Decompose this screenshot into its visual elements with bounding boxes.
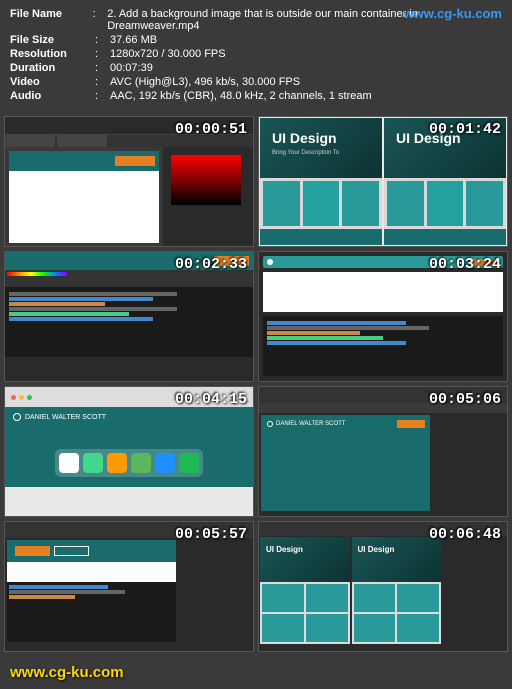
- timestamp-4: 00:03:24: [429, 256, 501, 273]
- white-content: [263, 272, 503, 312]
- chrome-icon: [59, 453, 79, 473]
- site-logo: DANIEL WALTER SCOTT: [13, 413, 106, 421]
- macos-dock: [55, 449, 203, 477]
- thumbnail-grid: 00:00:51 00:01:42 UI Design Bring Your D…: [0, 112, 512, 656]
- properties-panel: [163, 147, 253, 247]
- orange-button: [15, 546, 50, 556]
- webpage: DANIEL WALTER SCOTT: [5, 407, 253, 487]
- close-icon: [11, 395, 16, 400]
- hero-subtitle: Bring Your Description To: [272, 150, 339, 156]
- thumbnail-1: 00:00:51: [4, 116, 254, 247]
- watermark-top: www.cg-ku.com: [404, 6, 502, 21]
- orange-button: [115, 156, 155, 166]
- code-editor: [263, 316, 503, 376]
- filename-label: File Name: [10, 8, 93, 32]
- preview-col-1: UI Design: [260, 537, 350, 650]
- css-panel: [178, 538, 253, 648]
- thumbnail-6: 00:05:06 DANIEL WALTER SCOTT: [258, 386, 508, 517]
- minimize-icon: [19, 395, 24, 400]
- watermark: www.cg-ku.com: [10, 664, 124, 681]
- preview-navbar: [9, 151, 159, 171]
- orange-button: [397, 420, 425, 428]
- filesize-label: File Size: [10, 34, 95, 46]
- duration-label: Duration: [10, 62, 95, 74]
- code-panel: [7, 582, 176, 642]
- resolution-value: 1280x720 / 30.000 FPS: [110, 48, 226, 60]
- hero-title: UI Design: [358, 545, 395, 554]
- thumbnail-8: 00:06:48 UI Design UI Design: [258, 521, 508, 652]
- dreamweaver-icon: [83, 453, 103, 473]
- thumbnail-7: 00:05:57: [4, 521, 254, 652]
- outline-button: [54, 546, 89, 556]
- timestamp-5: 00:04:15: [175, 391, 247, 408]
- timestamp-3: 00:02:33: [175, 256, 247, 273]
- video-label: Video: [10, 76, 95, 88]
- preview-col-2: UI Design: [352, 537, 442, 650]
- color-sliders: [167, 209, 249, 229]
- filesize-value: 37.66 MB: [110, 34, 157, 46]
- canvas-area: [9, 151, 159, 243]
- thumbnail-4: 00:03:24: [258, 251, 508, 382]
- spotify-icon: [179, 453, 199, 473]
- timestamp-2: 00:01:42: [429, 121, 501, 138]
- canvas-teal: DANIEL WALTER SCOTT: [261, 415, 430, 511]
- audio-label: Audio: [10, 90, 95, 102]
- illustrator-icon: [107, 453, 127, 473]
- timestamp-1: 00:00:51: [175, 121, 247, 138]
- timestamp-8: 00:06:48: [429, 526, 501, 543]
- finder-icon: [155, 453, 175, 473]
- maximize-icon: [27, 395, 32, 400]
- properties-panel: [442, 536, 507, 651]
- timestamp-6: 00:05:06: [429, 391, 501, 408]
- color-picker: [171, 155, 241, 205]
- preview-left: UI Design Bring Your Description To: [260, 118, 382, 245]
- split-view: [7, 540, 176, 646]
- duration-value: 00:07:39: [110, 62, 153, 74]
- logo-icon: [267, 259, 273, 265]
- thumbnail-3: 00:02:33: [4, 251, 254, 382]
- audio-value: AAC, 192 kb/s (CBR), 48.0 kHz, 2 channel…: [110, 90, 372, 102]
- camtasia-icon: [131, 453, 151, 473]
- color-spectrum: [7, 272, 67, 276]
- properties-panel: [432, 413, 507, 513]
- video-value: AVC (High@L3), 496 kb/s, 30.000 FPS: [110, 76, 300, 88]
- timestamp-7: 00:05:57: [175, 526, 247, 543]
- thumbnail-5: 00:04:15 DANIEL WALTER SCOTT: [4, 386, 254, 517]
- hero-title: UI Design: [272, 130, 337, 146]
- thumbnail-2: 00:01:42 UI Design Bring Your Descriptio…: [258, 116, 508, 247]
- hero-title: UI Design: [266, 545, 303, 554]
- code-editor: [5, 287, 253, 357]
- resolution-label: Resolution: [10, 48, 95, 60]
- site-logo: DANIEL WALTER SCOTT: [267, 421, 345, 427]
- colon: :: [93, 8, 108, 32]
